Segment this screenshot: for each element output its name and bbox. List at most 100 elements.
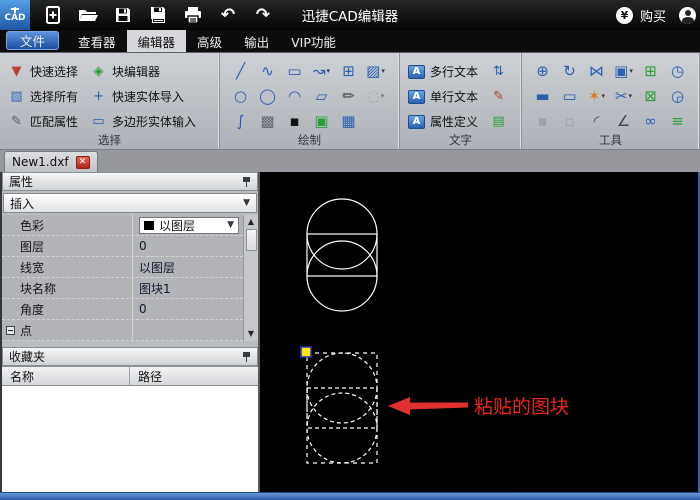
redo-icon[interactable]: ↷: [252, 4, 274, 26]
selection-group-col-0: ▼ 快速选择 ▧ 选择所有 ✎ 匹配属性: [8, 59, 78, 134]
favorites-path-column[interactable]: 路径: [130, 367, 162, 385]
buy-coin-icon[interactable]: ¥: [615, 6, 633, 24]
undo-icon[interactable]: ↶: [217, 4, 239, 26]
user-account-icon[interactable]: [679, 6, 696, 24]
move-button[interactable]: ⊕: [530, 59, 555, 83]
quick-select-button[interactable]: ▼ 快速选择: [8, 59, 79, 84]
color-combo[interactable]: 以图层 ▼: [139, 216, 239, 234]
chamfer-icon: ∠: [616, 111, 631, 130]
copy-rotate-button[interactable]: ◷: [665, 59, 690, 83]
text-order-button[interactable]: ⇅: [490, 59, 507, 84]
menu-file[interactable]: 文件: [6, 31, 60, 50]
quick-entity-import-button[interactable]: + 快速实体导入: [90, 84, 196, 109]
buy-button[interactable]: 购买: [640, 6, 666, 25]
prop-row-point: 点: [2, 320, 243, 341]
tab-label: New1.dxf: [12, 155, 69, 169]
singleline-text-button[interactable]: A 单行文本: [408, 84, 478, 109]
arc-button[interactable]: ◠: [282, 84, 307, 108]
open-folder-icon[interactable]: [77, 4, 99, 26]
align-bottom-button[interactable]: ▭: [557, 84, 582, 108]
table-button[interactable]: ▦: [336, 109, 361, 133]
pasted-block-selection-box[interactable]: [306, 352, 378, 464]
pasted-block-rect[interactable]: [306, 387, 378, 429]
entity-type-combo[interactable]: 插入 ▼: [3, 193, 257, 213]
polygon-entity-input-button[interactable]: ▭ 多边形实体输入: [90, 109, 196, 134]
prop-row-block-name: 块名称 图块1: [2, 278, 243, 299]
scroll-up-icon[interactable]: ▲: [248, 215, 254, 229]
group-button[interactable]: ∞: [638, 109, 663, 133]
canvas-drawing[interactable]: 粘贴的图块: [260, 172, 696, 492]
properties-scrollbar[interactable]: ▲ ▼: [243, 215, 258, 341]
entity-type-value: 插入: [10, 196, 35, 211]
menu-viewer[interactable]: 查看器: [67, 30, 127, 52]
prop-row-lineweight: 线宽 以图层: [2, 257, 243, 278]
menu-output[interactable]: 输出: [233, 30, 280, 52]
print-icon[interactable]: [182, 4, 204, 26]
region-icon: ◌: [366, 86, 380, 105]
favorites-title: 收藏夹: [9, 350, 46, 364]
pasted-block-grip-handle[interactable]: [300, 346, 312, 358]
trim-button[interactable]: ✂ ▾: [611, 84, 636, 108]
restore-button[interactable]: ◶: [665, 84, 690, 108]
favorites-name-column[interactable]: 名称: [2, 367, 130, 385]
prop-label-block-name: 块名称: [20, 281, 57, 296]
explode-button[interactable]: ✶ ▾: [584, 84, 609, 108]
stretch-icon: ▫: [564, 111, 575, 130]
chevron-down-icon: ▾: [380, 91, 385, 100]
wipeout-button[interactable]: ▱: [309, 84, 334, 108]
favorites-list[interactable]: [2, 386, 258, 492]
fillet-button[interactable]: ◜: [584, 109, 609, 133]
collapse-icon[interactable]: [6, 325, 15, 335]
menu-advanced[interactable]: 高级: [186, 30, 233, 52]
hatch-region-button[interactable]: ▨ ▾: [363, 59, 388, 83]
attribute-define-label: 属性定义: [430, 115, 479, 129]
text-pad-button[interactable]: ▤: [490, 109, 507, 134]
sketch-button[interactable]: ∿: [255, 59, 280, 83]
status-bar: [0, 492, 700, 500]
new-file-icon[interactable]: [42, 4, 64, 26]
lengthen-icon: ▪: [537, 111, 548, 130]
block-editor-button[interactable]: ◈ 块编辑器: [90, 59, 196, 84]
align-top-button[interactable]: ▬: [530, 84, 555, 108]
circle-button[interactable]: ○: [228, 84, 253, 108]
polyline-button[interactable]: ↝ ▾: [309, 59, 334, 83]
text-edit-button[interactable]: ✎: [490, 84, 507, 109]
line-button[interactable]: ╱: [228, 59, 253, 83]
menu-editor[interactable]: 编辑器: [126, 30, 187, 52]
rotate-button[interactable]: ↻: [557, 59, 582, 83]
pen-point-button[interactable]: ✏: [336, 84, 361, 108]
multiline-text-button[interactable]: A 多行文本: [408, 59, 478, 84]
edit-text-icon: ✎: [493, 89, 504, 104]
copy-group-button[interactable]: ⊠: [638, 84, 663, 108]
prop-value-color[interactable]: 以图层 ▼: [132, 215, 243, 235]
image-button[interactable]: ▣: [309, 109, 334, 133]
pin-icon[interactable]: [242, 176, 251, 188]
tab-new1-dxf[interactable]: New1.dxf ✕: [4, 151, 98, 172]
prop-label-lineweight: 线宽: [20, 260, 45, 275]
tab-close-icon[interactable]: ✕: [75, 155, 90, 169]
offset-button[interactable]: ▣ ▾: [611, 59, 636, 83]
ellipse-button[interactable]: ◯: [255, 84, 280, 108]
spline-button[interactable]: ∫: [228, 109, 253, 133]
quick-access-toolbar: ↶ ↷: [42, 4, 274, 26]
hatch-button[interactable]: ▩: [255, 109, 280, 133]
match-properties-button[interactable]: ✎ 匹配属性: [8, 109, 78, 134]
insert-block-button[interactable]: ⊞: [336, 59, 361, 83]
save-pdf-icon[interactable]: [147, 4, 169, 26]
select-all-button[interactable]: ▧ 选择所有: [8, 84, 78, 109]
scroll-down-icon[interactable]: ▼: [248, 327, 254, 341]
copy-button[interactable]: ⊞: [638, 59, 663, 83]
original-block-rect[interactable]: [306, 233, 378, 277]
add-layer-button[interactable]: ≡: [665, 109, 690, 133]
pin-icon[interactable]: [242, 351, 251, 363]
point-button[interactable]: ▪: [282, 109, 307, 133]
menu-vip[interactable]: VIP功能: [280, 30, 347, 52]
attribute-define-button[interactable]: A 属性定义: [408, 109, 478, 134]
scrollbar-thumb[interactable]: [245, 229, 257, 251]
save-icon[interactable]: [112, 4, 134, 26]
mirror-button[interactable]: ⋈: [584, 59, 609, 83]
drawing-canvas[interactable]: 粘贴的图块: [260, 172, 698, 492]
restore-icon: ◶: [670, 86, 685, 105]
rectangle-button[interactable]: ▭: [282, 59, 307, 83]
chamfer-button[interactable]: ∠: [611, 109, 636, 133]
